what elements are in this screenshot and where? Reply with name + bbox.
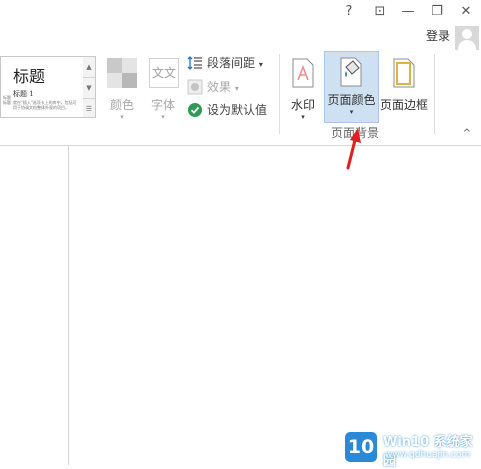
colors-dropdown-arrow: ▾ xyxy=(120,113,124,121)
gallery-scroll-up[interactable]: ▲ xyxy=(83,57,95,78)
restore-button[interactable]: ❐ xyxy=(426,3,448,21)
watermark-button[interactable]: 水印 ▾ xyxy=(286,56,320,126)
page-color-icon xyxy=(340,57,362,87)
minimize-button[interactable]: — xyxy=(397,3,419,21)
page-color-label: 页面颜色 xyxy=(327,93,376,107)
ribbon-separator xyxy=(434,54,435,134)
avatar-head xyxy=(462,29,472,39)
gallery-sample-text: 就在"插入"选项卡上的库中，包括可用于协调文档整体外观的项目。 xyxy=(13,100,77,110)
site-watermark: 10 Win10 系统家园 www.qdhuajin.com xyxy=(345,428,481,469)
page-color-dropdown-arrow: ▾ xyxy=(349,108,354,116)
paragraph-spacing-label: 段落间距 ▾ xyxy=(207,56,263,70)
watermark-icon xyxy=(292,58,314,88)
gallery-scroll-down[interactable]: ▼ xyxy=(83,78,95,99)
page-borders-button[interactable]: 页面边框 xyxy=(378,56,430,126)
ribbon-display-options-button[interactable]: ⊡ xyxy=(369,3,391,21)
title-bar: ? ⊡ — ❐ ✕ xyxy=(0,0,481,26)
effects-dropdown-arrow: ▾ xyxy=(234,84,239,93)
paragraph-spacing-button[interactable]: 段落间距 ▾ xyxy=(187,53,272,73)
avatar-body xyxy=(458,40,476,50)
page-color-button[interactable]: 页面颜色 ▾ xyxy=(324,51,379,123)
effects-icon xyxy=(187,79,203,95)
gallery-heading: 标题 xyxy=(13,67,46,86)
set-as-default-label: 设为默认值 xyxy=(207,103,268,117)
annotation-arrow-icon xyxy=(346,128,361,170)
avatar[interactable] xyxy=(455,26,479,50)
fonts-label: 字体 xyxy=(150,98,175,112)
colors-label: 颜色 xyxy=(109,98,134,112)
fonts-icon: 文文 xyxy=(149,58,179,88)
watermark-badge: 10 xyxy=(345,432,377,462)
set-as-default-button[interactable]: 设为默认值 xyxy=(187,100,272,120)
paragraph-spacing-icon xyxy=(187,56,202,70)
close-button[interactable]: ✕ xyxy=(455,3,477,21)
paragraph-spacing-dropdown-arrow: ▾ xyxy=(258,60,263,69)
left-margin-area xyxy=(0,146,69,465)
gallery-left-text: 标题 标题 xyxy=(3,95,11,105)
effects-button[interactable]: 效果 ▾ xyxy=(187,77,257,97)
gallery-more-button[interactable]: ☰ xyxy=(83,99,95,119)
check-circle-icon xyxy=(188,103,202,117)
gallery-scrollbar[interactable]: ▲ ▼ ☰ xyxy=(83,56,96,118)
gallery-heading1: 标题 1 xyxy=(13,90,34,98)
document-page[interactable] xyxy=(69,146,481,465)
ribbon-separator xyxy=(279,54,280,134)
sign-in-link[interactable]: 登录 xyxy=(426,27,450,44)
page-borders-icon xyxy=(393,58,415,88)
page-borders-label: 页面边框 xyxy=(379,98,428,112)
collapse-ribbon-button[interactable]: ^ xyxy=(463,128,471,139)
ribbon: 标题 标题 1 标题 标题 就在"插入"选项卡上的库中，包括可用于协调文档整体外… xyxy=(0,50,481,146)
account-row: 登录 xyxy=(0,26,481,50)
watermark-label: 水印 xyxy=(290,98,315,112)
fonts-dropdown-arrow: ▾ xyxy=(161,113,165,121)
help-button[interactable]: ? xyxy=(338,3,360,21)
colors-icon xyxy=(107,58,137,88)
watermark-site: www.qdhuajin.com xyxy=(385,450,471,460)
watermark-dropdown-arrow: ▾ xyxy=(301,113,305,121)
colors-button[interactable]: 颜色 ▾ xyxy=(104,56,140,126)
style-set-gallery[interactable]: 标题 标题 1 标题 标题 就在"插入"选项卡上的库中，包括可用于协调文档整体外… xyxy=(0,56,84,118)
effects-label: 效果 ▾ xyxy=(207,80,239,94)
fonts-button[interactable]: 文文 字体 ▾ xyxy=(145,56,181,126)
